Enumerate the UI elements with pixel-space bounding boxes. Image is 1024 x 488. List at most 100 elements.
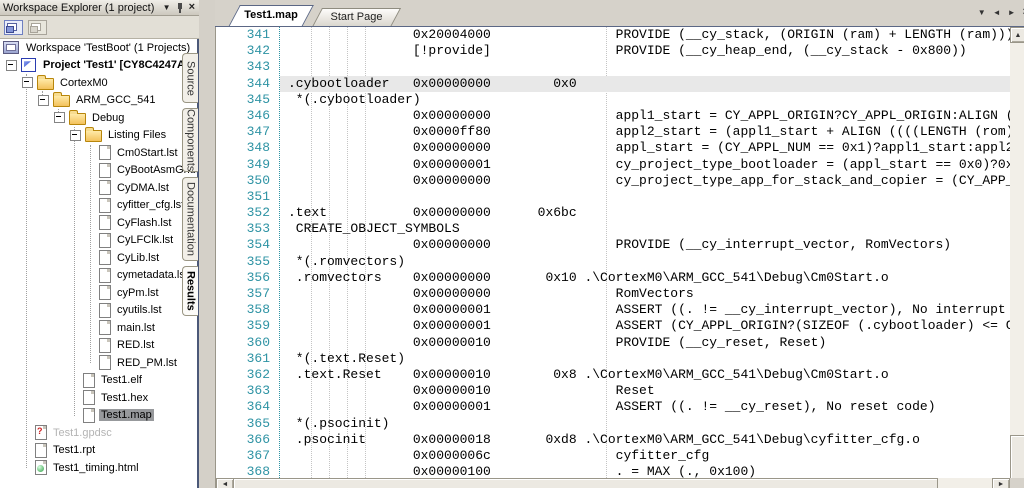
tree-item-arm-gcc[interactable]: ARM_GCC_541 xyxy=(0,92,197,110)
tree-item-listing-files[interactable]: Listing Files xyxy=(0,127,197,145)
tree-item-test1-rpt[interactable]: Test1.rpt xyxy=(0,442,197,460)
code-line: .psocinit 0x00000018 0xd8 .\CortexM0\ARM… xyxy=(288,431,920,447)
code-line: 0x00000010 PROVIDE (__cy_reset, Reset) xyxy=(288,334,827,350)
document-icon xyxy=(99,232,111,248)
side-tab-source[interactable]: Source xyxy=(182,53,198,103)
horizontal-scrollbar[interactable]: ◄ ► xyxy=(216,478,1010,488)
document-icon xyxy=(99,250,111,266)
code-line: 0x0000006c cyfitter_cfg xyxy=(288,447,710,463)
tree-item-workspace[interactable]: Workspace 'TestBoot' (1 Projects) xyxy=(0,39,197,57)
tree-item[interactable]: CyLib.lst xyxy=(0,249,197,267)
side-tab-documentation[interactable]: Documentation xyxy=(182,177,198,261)
document-icon xyxy=(99,320,111,336)
tab-scroll-right-icon[interactable]: ► xyxy=(1008,8,1016,17)
tree-item[interactable]: cyfitter_cfg.lst xyxy=(0,197,197,215)
tree-item[interactable]: RED.lst xyxy=(0,337,197,355)
code-line: 0x00000001 ASSERT (CY_APPL_ORIGIN?(SIZEO… xyxy=(288,318,1010,334)
tree-item-project[interactable]: Project 'Test1' [CY8C4247A xyxy=(0,57,197,75)
document-icon xyxy=(99,145,111,161)
document-question-icon xyxy=(35,425,47,441)
collapse-box-icon[interactable] xyxy=(22,77,33,89)
code-line: 0x0000ff80 appl2_start = (appl1_start + … xyxy=(288,124,1010,140)
tree-item[interactable]: main.lst xyxy=(0,319,197,337)
code-line: *(.cybootloader) xyxy=(288,91,421,107)
tree-item[interactable]: cyutils.lst xyxy=(0,302,197,320)
code-line: 0x00000000 appl_start = (CY_APPL_NUM == … xyxy=(288,140,1010,156)
tab-start-page[interactable]: Start Page xyxy=(311,8,402,26)
document-icon xyxy=(99,180,111,196)
code-line: 0x00000000 PROVIDE (__cy_interrupt_vecto… xyxy=(288,237,952,253)
tree-item-cortexm0[interactable]: CortexM0 xyxy=(0,74,197,92)
tree-item-test1-map-selected[interactable]: Test1.map xyxy=(0,407,197,425)
html-document-icon xyxy=(35,460,47,476)
tree-item[interactable]: CyBootAsmGnu.lst xyxy=(0,162,197,180)
code-line: [!provide] PROVIDE (__cy_heap_end, (__cy… xyxy=(288,43,967,59)
document-icon xyxy=(35,442,47,458)
tree-item[interactable]: CyLFClk.lst xyxy=(0,232,197,250)
code-line: 0x00000001 ASSERT ((. != __cy_reset), No… xyxy=(288,399,936,415)
workspace-explorer-panel: Workspace Explorer (1 project) ▼ × Works… xyxy=(0,0,203,488)
code-line: 0x00000000 RomVectors xyxy=(288,286,694,301)
folder-icon xyxy=(85,127,102,143)
tree-item-debug[interactable]: Debug xyxy=(0,109,197,127)
document-tab-bar: Test1.map Start Page ▼ ◄ ► × xyxy=(215,0,1024,27)
folder-icon xyxy=(37,74,54,90)
document-icon xyxy=(83,390,95,406)
panel-toolbar xyxy=(0,16,203,39)
collapse-box-icon[interactable] xyxy=(6,59,17,71)
document-icon xyxy=(99,215,111,231)
horizontal-scroll-thumb[interactable] xyxy=(233,478,938,488)
scroll-up-icon[interactable]: ▲ xyxy=(1010,27,1024,43)
collapse-box-icon[interactable] xyxy=(70,129,81,141)
line-number-gutter: 341 342 343 344 345 346 347 348 349 350 351 35… xyxy=(216,27,279,478)
tab-list-dropdown-icon[interactable]: ▼ xyxy=(978,8,986,17)
tab-test1-map[interactable]: Test1.map xyxy=(228,5,314,26)
code-line: 0x00000000 appl1_start = CY_APPL_ORIGIN?… xyxy=(288,107,1010,123)
code-pane[interactable]: 0x20004000 PROVIDE (__cy_stack, (ORIGIN … xyxy=(279,27,1010,478)
collapse-all-disabled-icon xyxy=(28,19,47,35)
tree-item-test1-elf[interactable]: Test1.elf xyxy=(0,372,197,390)
tree-item[interactable]: CyDMA.lst xyxy=(0,179,197,197)
code-line: 0x00000010 Reset xyxy=(288,383,655,399)
pin-icon[interactable] xyxy=(176,2,184,13)
panel-menu-icon[interactable]: ▼ xyxy=(163,3,171,13)
panel-splitter[interactable] xyxy=(199,0,215,488)
document-icon xyxy=(99,197,111,213)
vertical-scrollbar[interactable]: ▲ xyxy=(1010,27,1024,481)
collapse-all-icon[interactable] xyxy=(4,19,23,35)
tree-item-test1-hex[interactable]: Test1.hex xyxy=(0,389,197,407)
tree-item[interactable]: cymetadata.lst xyxy=(0,267,197,285)
tree-item[interactable]: Cm0Start.lst xyxy=(0,144,197,162)
workspace-icon xyxy=(3,41,19,55)
scrollbar-corner xyxy=(1010,478,1024,488)
code-line-highlighted: .cybootloader 0x00000000 0x0 xyxy=(280,75,1010,92)
workspace-tree[interactable]: Workspace 'TestBoot' (1 Projects) Projec… xyxy=(0,39,197,488)
scroll-right-icon[interactable]: ► xyxy=(992,478,1010,488)
document-icon xyxy=(99,355,111,371)
document-icon xyxy=(83,372,95,388)
code-line: *(.text.Reset) xyxy=(288,350,406,366)
tree-item[interactable]: RED_PM.lst xyxy=(0,354,197,372)
folder-icon xyxy=(53,92,70,108)
tree-item[interactable]: CyFlash.lst xyxy=(0,214,197,232)
collapse-box-icon[interactable] xyxy=(38,94,49,106)
tree-item[interactable]: cyPm.lst xyxy=(0,284,197,302)
document-icon xyxy=(83,407,95,423)
tree-item-test1-timing[interactable]: Test1_timing.html xyxy=(0,459,197,477)
code-line: 0x00000100 . = MAX (., 0x100) xyxy=(288,464,757,478)
document-icon xyxy=(99,337,111,353)
collapse-box-icon[interactable] xyxy=(54,112,65,124)
tab-scroll-left-icon[interactable]: ◄ xyxy=(993,8,1001,17)
panel-close-icon[interactable]: × xyxy=(189,2,195,13)
side-tab-components[interactable]: Components xyxy=(182,108,198,172)
scroll-left-icon[interactable]: ◄ xyxy=(216,478,234,488)
side-tab-results[interactable]: Results xyxy=(182,266,198,316)
code-line: .text.Reset 0x00000010 0x8 .\CortexM0\AR… xyxy=(288,366,889,382)
code-line: 0x00000001 cy_project_type_bootloader = … xyxy=(288,156,1010,172)
text-editor[interactable]: 341 342 343 344 345 346 347 348 349 350 351 35… xyxy=(215,27,1024,488)
folder-icon xyxy=(69,109,86,125)
tree-item-test1-gpdsc[interactable]: Test1.gpdsc xyxy=(0,424,197,442)
vertical-scroll-thumb[interactable] xyxy=(1010,435,1024,481)
